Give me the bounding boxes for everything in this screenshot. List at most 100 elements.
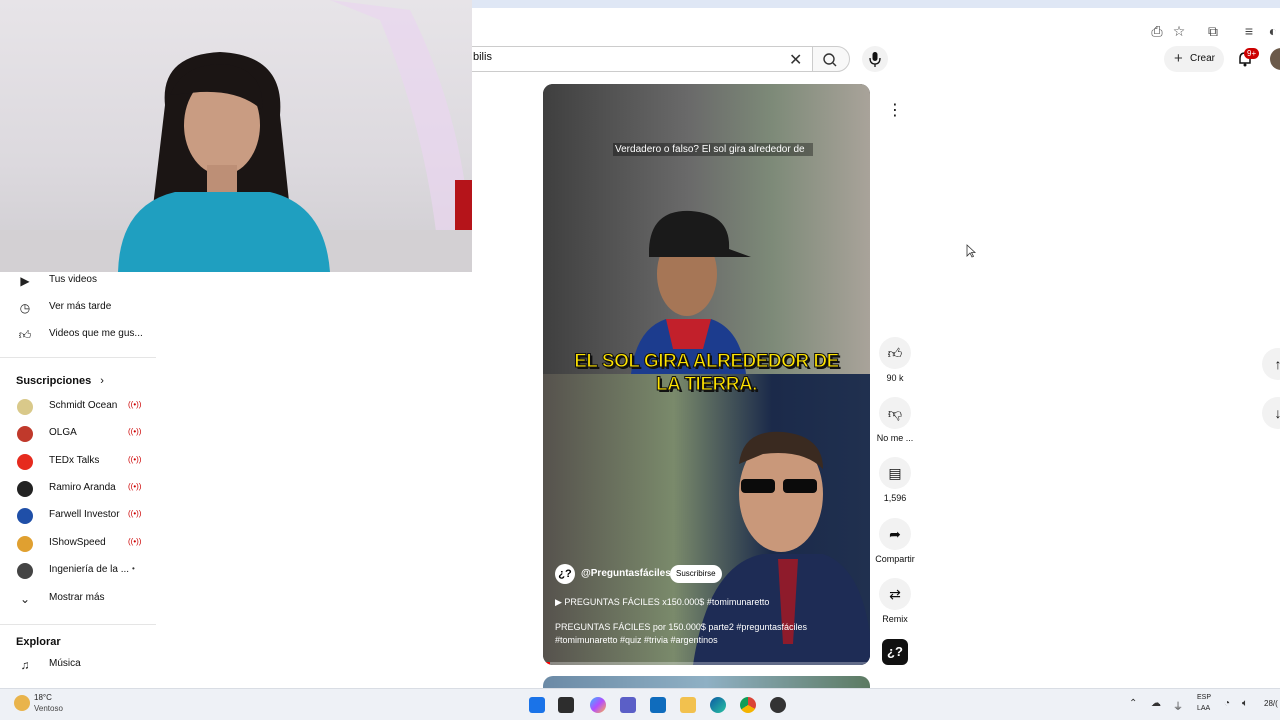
channel-thumbnail[interactable]: ¿? [882,639,908,665]
channel-name-link[interactable]: @Preguntasfáciles [581,568,671,579]
subscriptions-heading-label: Suscripciones [16,375,92,387]
live-indicator-icon: ((•)) [128,482,142,491]
subscribe-button[interactable]: Suscribirse [670,565,722,583]
remix-label: Remix [882,614,908,624]
cloud-icon[interactable]: ☁ [1151,698,1161,709]
video-caption: EL SOL GIRA ALREDEDOR DE LA TIERRA. [574,351,840,396]
copilot-icon[interactable] [590,697,606,713]
chevron-down-icon: ⌄ [19,592,31,606]
video-progress-bar[interactable] [543,662,870,665]
sidebar-item-label: Tus videos [49,274,97,285]
more-options-button[interactable]: ⋮ [879,95,911,127]
tray-overflow-icon[interactable]: ⌃ [1129,698,1137,709]
remix-icon: ⇄ [889,586,901,602]
usb-icon[interactable]: ⏚ [1173,698,1183,713]
play-square-icon: ▶ [20,274,30,288]
show-more-button[interactable]: ⌄ Mostrar más [0,586,156,612]
live-indicator-icon: ((•)) [128,427,142,436]
channel-avatar [17,481,33,497]
share-button[interactable]: ➦ [879,518,911,550]
channel-label: Ingeniería de la ... [49,564,130,575]
create-label: Crear [1190,53,1216,64]
next-short-button[interactable]: ↓ [1262,397,1280,429]
search-input[interactable] [473,51,773,63]
thumb-up-icon: 👍︎ [18,328,32,342]
new-content-dot-icon: • [132,564,135,573]
live-indicator-icon: ((•)) [128,400,142,409]
arrow-down-icon: ↓ [1274,405,1280,421]
create-button[interactable]: + Crear [1164,46,1224,72]
comments-button[interactable]: ▤ [879,457,911,489]
extensions-icon[interactable]: ⧉ [1204,22,1222,40]
sidebar-subscription-item[interactable]: Ingeniería de la ... • [0,558,156,584]
live-indicator-icon: ((•)) [128,537,142,546]
sidebar-subscription-item[interactable]: TEDx Talks ((•)) [0,449,156,475]
remix-button[interactable]: ⇄ [879,578,911,610]
weather-temperature: 18°C [34,693,52,702]
sidebar-item-label: Videos que me gus... [49,328,143,339]
sidebar-item-music[interactable]: ♫ Música [0,652,156,678]
teams-icon[interactable] [620,697,636,713]
plus-icon: + [1174,50,1183,67]
file-explorer-icon[interactable] [680,697,696,713]
previous-short-button[interactable]: ↑ [1262,348,1280,380]
search-button[interactable] [812,46,850,72]
store-icon[interactable] [650,697,666,713]
account-avatar[interactable] [1270,48,1280,70]
clock-icon: ◷ [19,301,31,315]
playlist-link[interactable]: ▶ PREGUNTAS FÁCILES x150.000$ #tomimunar… [555,597,769,608]
input-layout[interactable]: LAA [1197,705,1210,712]
sidebar-subscription-item[interactable]: IShowSpeed ((•)) [0,531,156,557]
weather-icon[interactable] [14,695,30,711]
sidebar-item-watch-later[interactable]: ◷ Ver más tarde [0,295,156,321]
chevron-right-icon: › [100,375,104,387]
notifications-badge: 9+ [1244,48,1260,59]
clock-date[interactable]: 28/( [1264,699,1278,708]
sidebar-item-your-videos[interactable]: ▶ Tus videos [0,268,156,294]
channel-label: Farwell Investor [49,509,120,520]
weather-description: Ventoso [34,704,63,713]
next-short-preview[interactable] [543,676,870,688]
mouse-cursor-icon [966,244,976,258]
taskbar: 18°C Ventoso ⌃ ☁ ⏚ ESP LAA ◔ 🔈︎ 28/( [0,688,1280,720]
arrow-up-icon: ↑ [1274,356,1280,372]
dislike-button[interactable]: 👎︎ [879,397,911,429]
question-overlay-text: Verdadero o falso? El sol gira alrededor… [613,143,813,156]
app-icon[interactable] [770,697,786,713]
sidebar-item-label: Ver más tarde [49,301,112,312]
start-menu-icon[interactable] [529,697,545,713]
input-language[interactable]: ESP [1197,694,1211,701]
subscriptions-heading[interactable]: Suscripciones › [16,375,104,387]
sidebar-item-liked-videos[interactable]: 👍︎ Videos que me gus... [0,322,156,348]
sidebar-subscription-item[interactable]: OLGA ((•)) [0,421,156,447]
channel-avatar[interactable]: ¿? [555,564,575,584]
comment-icon: ▤ [888,465,902,481]
sidebar-subscription-item[interactable]: Farwell Investor ((•)) [0,503,156,529]
channel-avatar [17,426,33,442]
live-indicator-icon: ((•)) [128,509,142,518]
voice-search-button[interactable] [862,46,888,72]
shorts-video-player[interactable]: Verdadero o falso? El sol gira alrededor… [543,84,870,665]
volume-icon[interactable]: 🔈︎ [1242,698,1248,709]
wifi-icon[interactable]: ◔ [1224,698,1230,709]
channel-avatar [17,563,33,579]
channel-label: IShowSpeed [49,537,106,548]
chrome-icon[interactable] [740,697,756,713]
channel-avatar [17,399,33,415]
install-app-icon[interactable]: ⎙ [1148,22,1166,40]
bookmark-star-icon[interactable]: ☆ [1170,22,1188,40]
edge-icon[interactable] [710,697,726,713]
show-more-label: Mostrar más [49,592,105,603]
like-button[interactable]: 👍︎ [879,337,911,369]
clear-search-icon[interactable]: ✕ [789,50,802,70]
reading-list-icon[interactable]: ≡ [1240,22,1258,40]
sidebar-subscription-item[interactable]: Ramiro Aranda ((•)) [0,476,156,502]
dislike-label: No me ... [876,433,914,443]
profile-icon[interactable]: ◐ [1264,22,1280,40]
playlist-play-icon: ▶ [555,597,565,607]
search-box[interactable]: ✕ [460,46,812,72]
more-vert-icon: ⋮ [887,102,903,119]
task-view-icon[interactable] [558,697,574,713]
sidebar-subscription-item[interactable]: Schmidt Ocean ((•)) [0,394,156,420]
channel-avatar [17,454,33,470]
